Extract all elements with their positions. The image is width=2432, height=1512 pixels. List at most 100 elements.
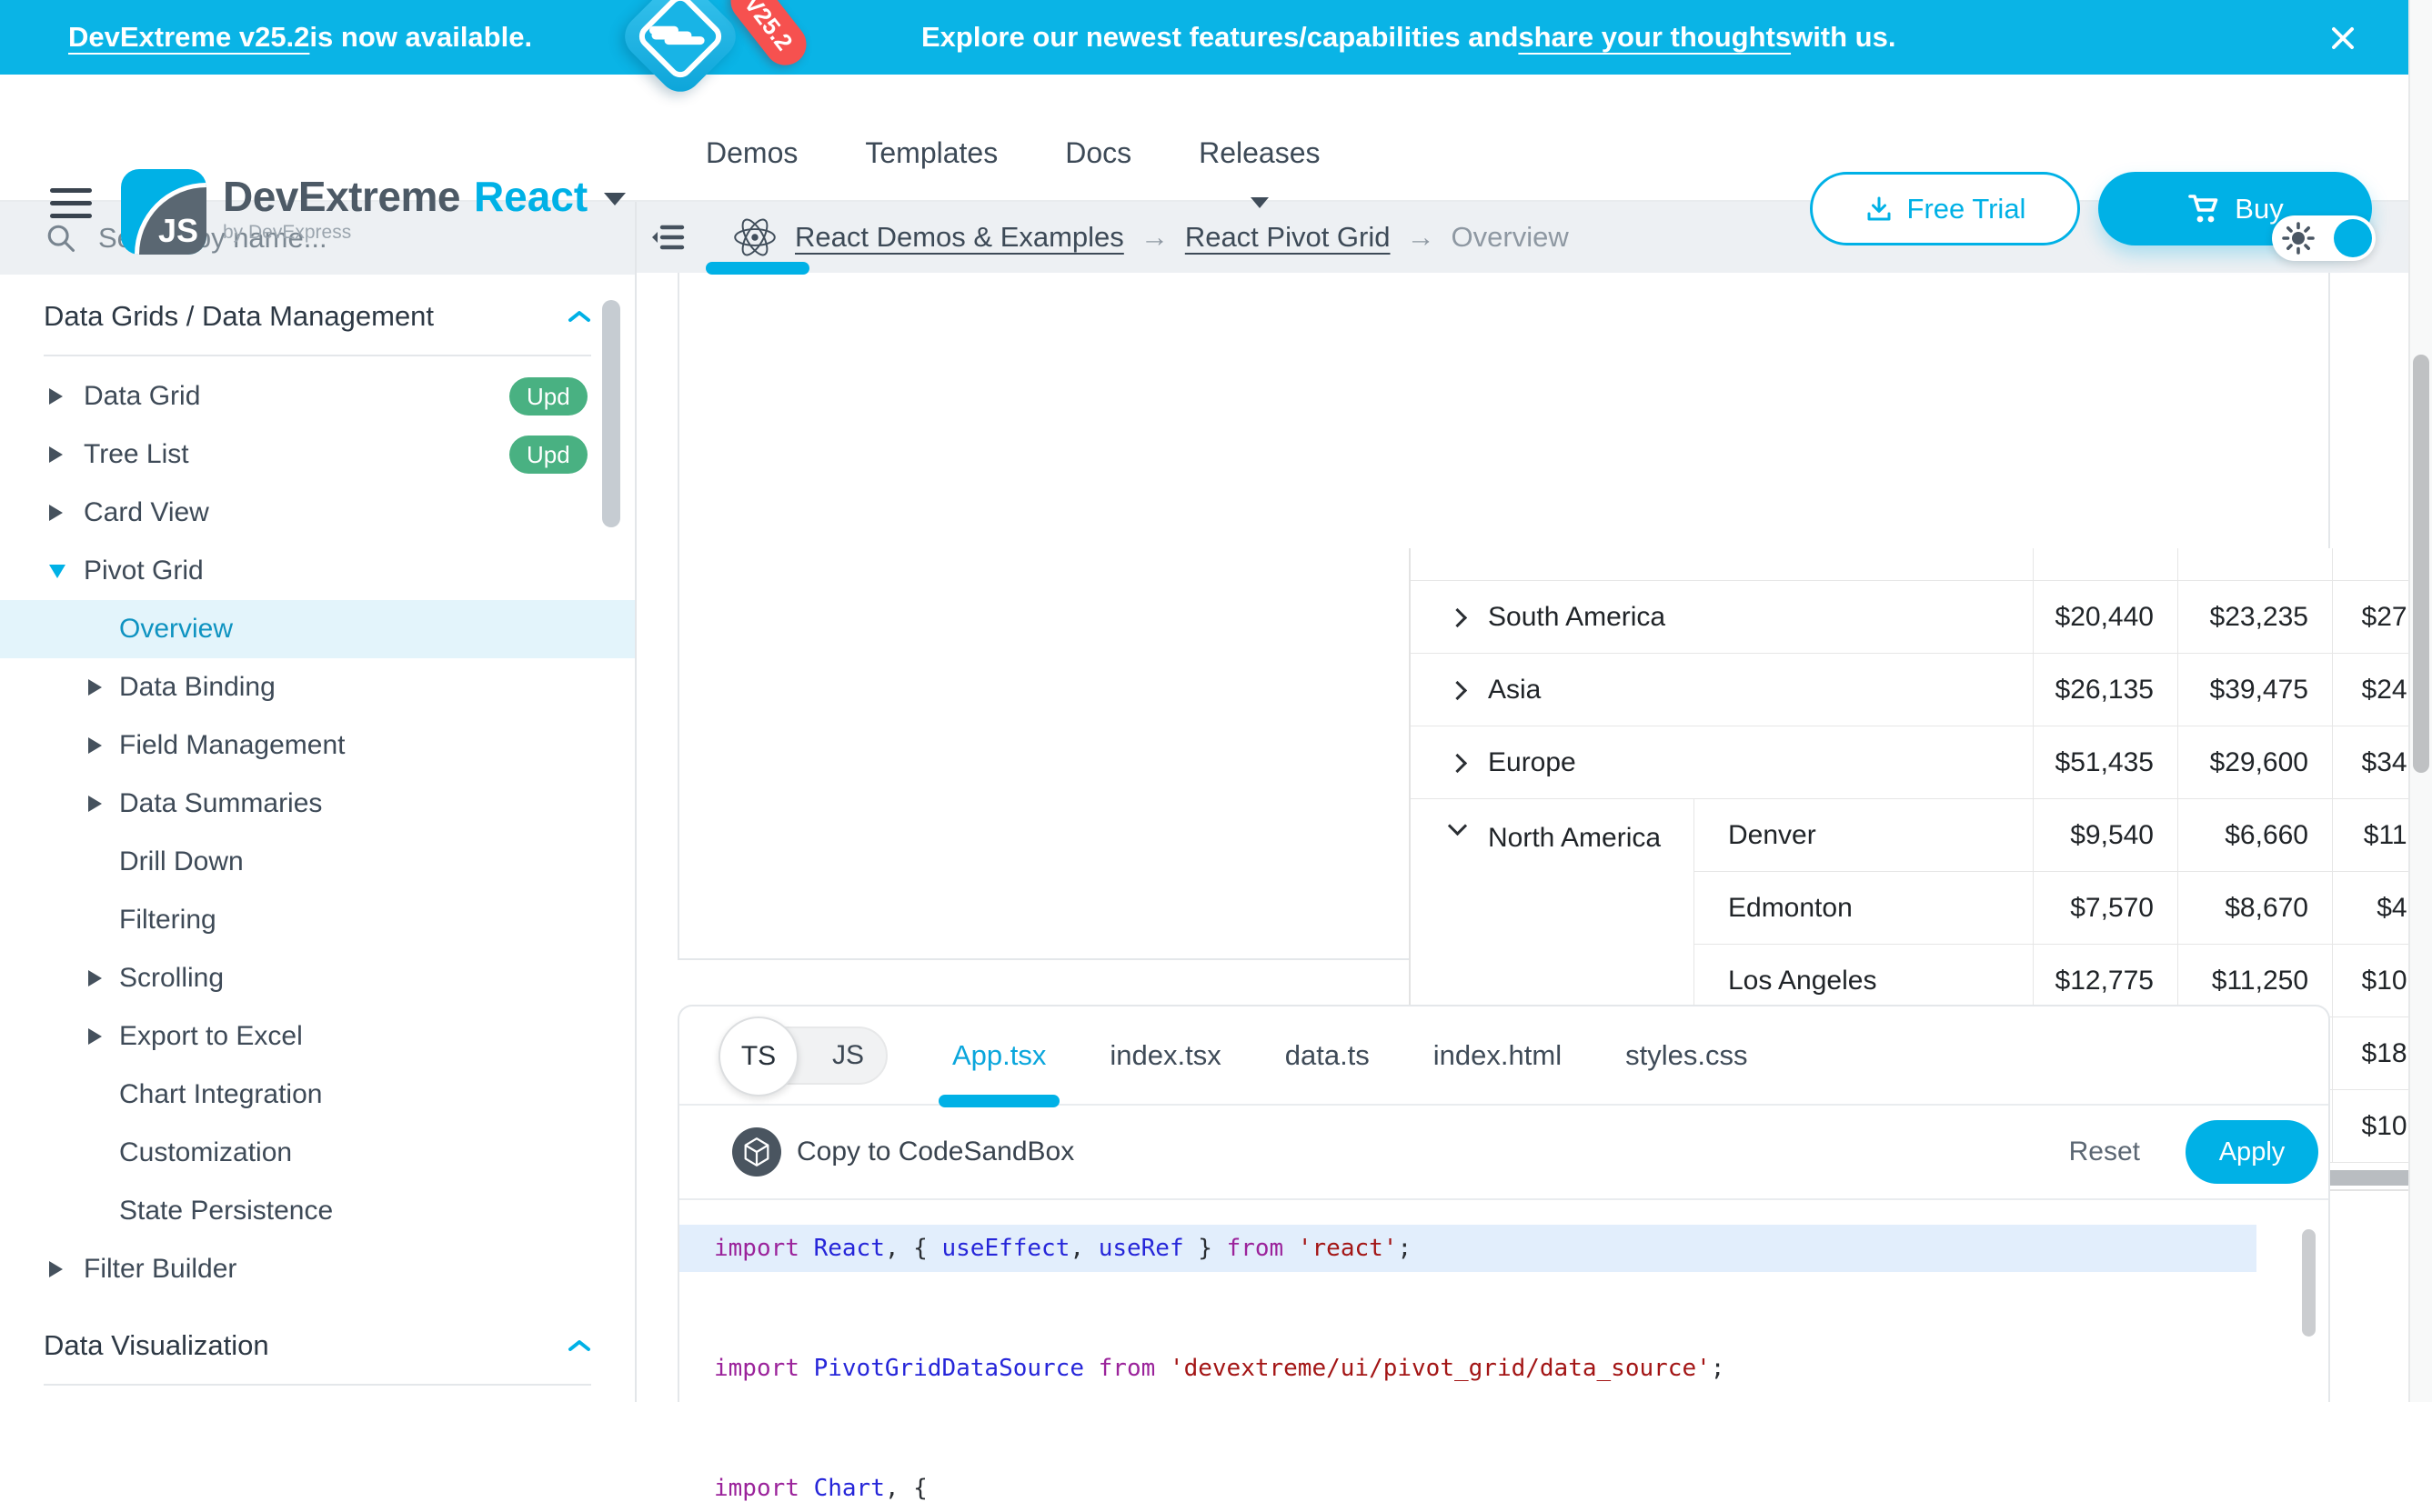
pivot-row-label-partial [1411,548,2034,581]
pivot-value-cell[interactable]: $20,440 [2034,581,2178,654]
brand-name: DevExtreme [223,172,460,221]
expand-chevron-icon[interactable] [1448,608,1467,627]
nav-item-docs[interactable]: Docs [1065,136,1131,170]
sidebar-item-label: Filter Builder [84,1254,236,1285]
sidebar-item-chart-integration[interactable]: Chart Integration [0,1066,635,1124]
pivot-city-edmonton[interactable]: Edmonton [1694,872,2034,945]
code-scrollbar-thumb[interactable] [2302,1229,2316,1337]
sidebar-item-tree-list[interactable]: Tree ListUpd [0,426,635,484]
expand-arrow-icon[interactable] [49,505,63,521]
sidebar-item-filtering[interactable]: Filtering [0,891,635,949]
nav-item-releases[interactable]: Releases [1199,136,1320,170]
breadcrumb-separator: → [1141,221,1169,254]
expand-chevron-icon[interactable] [1448,754,1467,773]
pivot-value-cell[interactable]: $29,600 [2178,726,2333,799]
sidebar-item-scrolling[interactable]: Scrolling [0,949,635,1007]
theme-toggle[interactable] [2272,215,2376,261]
pivot-value-cell[interactable]: $7,570 [2034,872,2178,945]
tab-App-tsx[interactable]: App.tsx [952,1039,1046,1072]
copy-to-codesandbox-button[interactable]: Copy to CodeSandBox [797,1137,1074,1167]
expand-arrow-icon[interactable] [88,679,102,696]
pivot-value-cell[interactable]: $6,660 [2178,799,2333,872]
codesandbox-icon[interactable] [732,1127,781,1177]
sidebar-item-label: Overview [119,614,233,645]
page-scrollbar-thumb[interactable] [2413,355,2429,773]
pivot-row-europe[interactable]: Europe [1411,726,2034,799]
share-thoughts-link[interactable]: share your thoughts [1518,21,1791,54]
tab-index-tsx[interactable]: index.tsx [1110,1039,1221,1072]
section-header-data-grids[interactable]: Data Grids / Data Management [44,293,591,340]
banner-close-button[interactable] [2325,20,2361,56]
sidebar-item-label: Card View [84,497,209,528]
sidebar-item-data-summaries[interactable]: Data Summaries [0,775,635,833]
reset-button[interactable]: Reset [2069,1137,2140,1167]
sidebar-item-data-binding[interactable]: Data Binding [0,658,635,716]
section-divider [44,355,591,356]
main-nav: Demos Templates Docs Releases [706,89,1321,216]
expand-arrow-icon[interactable] [88,1028,102,1045]
sidebar-item-pivot-grid[interactable]: Pivot Grid [0,542,635,600]
language-toggle-js[interactable]: JS [832,1028,864,1083]
sun-icon [2282,222,2315,259]
expand-arrow-icon[interactable] [49,446,63,463]
code-token: from [1084,1355,1170,1382]
sidebar-item-overview[interactable]: Overview [0,600,635,658]
breadcrumb-item-1[interactable]: React Demos & Examples [795,221,1124,254]
pivot-value-cell[interactable]: $39,475 [2178,654,2333,726]
brand-text[interactable]: DevExtreme React by DevExpress [223,172,626,244]
pivot-value-cell[interactable]: $26,135 [2034,654,2178,726]
collapse-arrow-icon[interactable] [49,565,65,578]
updated-badge: Upd [509,377,588,416]
sidebar-item-data-grid[interactable]: Data GridUpd [0,367,635,426]
sidebar-item-drill-down[interactable]: Drill Down [0,833,635,891]
expand-arrow-icon[interactable] [88,796,102,812]
tab-index-html[interactable]: index.html [1433,1039,1562,1072]
page-scrollbar-track[interactable] [2408,0,2432,1402]
tab-data-ts[interactable]: data.ts [1285,1039,1370,1072]
expand-arrow-icon[interactable] [88,970,102,986]
apply-button[interactable]: Apply [2186,1120,2318,1184]
section-header-data-visualization[interactable]: Data Visualization [44,1322,591,1369]
tab-styles-css[interactable]: styles.css [1625,1039,1747,1072]
free-trial-button[interactable]: Free Trial [1810,172,2080,245]
banner-announcement: DevExtreme v25.2 is now available. [68,0,532,75]
banner-version-link[interactable]: DevExtreme v25.2 [68,21,309,54]
pivot-row-asia[interactable]: Asia [1411,654,2034,726]
sidebar-scrollbar-thumb[interactable] [602,300,620,527]
sidebar-item-label: Data Summaries [119,788,322,819]
expand-arrow-icon[interactable] [49,388,63,405]
chevron-down-icon[interactable] [604,193,626,205]
pivot-value-cell[interactable]: $9,540 [2034,799,2178,872]
sidebar-item-field-management[interactable]: Field Management [0,716,635,775]
sidebar-item-filter-builder[interactable]: Filter Builder [0,1240,635,1298]
code-editor[interactable]: import React, { useEffect, useRef } from… [679,1200,2328,1512]
language-toggle[interactable]: TS JS [719,1026,888,1085]
hamburger-menu-icon[interactable] [50,188,92,226]
language-toggle-selected[interactable]: TS [719,1016,799,1096]
collapse-chevron-icon[interactable] [1448,816,1467,836]
announcement-banner: DevExtreme v25.2 is now available. V25.2… [0,0,2408,75]
pivot-value-cell[interactable] [2034,548,2178,581]
theme-toggle-knob[interactable] [2334,219,2372,257]
free-trial-label: Free Trial [1907,193,2026,225]
pivot-value-cell[interactable]: $51,435 [2034,726,2178,799]
pivot-value-cell[interactable]: $23,235 [2178,581,2333,654]
sidebar-item-customization[interactable]: Customization [0,1124,635,1182]
nav-item-templates[interactable]: Templates [865,136,998,170]
breadcrumb-item-2[interactable]: React Pivot Grid [1185,221,1391,254]
active-nav-underline [706,262,809,275]
sidebar-item-state-persistence[interactable]: State Persistence [0,1182,635,1240]
pivot-value-cell[interactable] [2178,548,2333,581]
expand-arrow-icon[interactable] [88,737,102,754]
sidebar-item-card-view[interactable]: Card View [0,484,635,542]
pivot-row-south-america[interactable]: South America [1411,581,2034,654]
devextreme-js-logo[interactable]: JS [121,169,206,255]
sidebar-item-label: Data Binding [119,672,276,703]
sidebar-collapse-button[interactable] [649,222,686,253]
pivot-city-denver[interactable]: Denver [1694,799,2034,872]
expand-chevron-icon[interactable] [1448,681,1467,700]
pivot-value-cell[interactable]: $8,670 [2178,872,2333,945]
sidebar-item-export-to-excel[interactable]: Export to Excel [0,1007,635,1066]
nav-item-demos[interactable]: Demos [706,136,798,170]
expand-arrow-icon[interactable] [49,1261,63,1277]
